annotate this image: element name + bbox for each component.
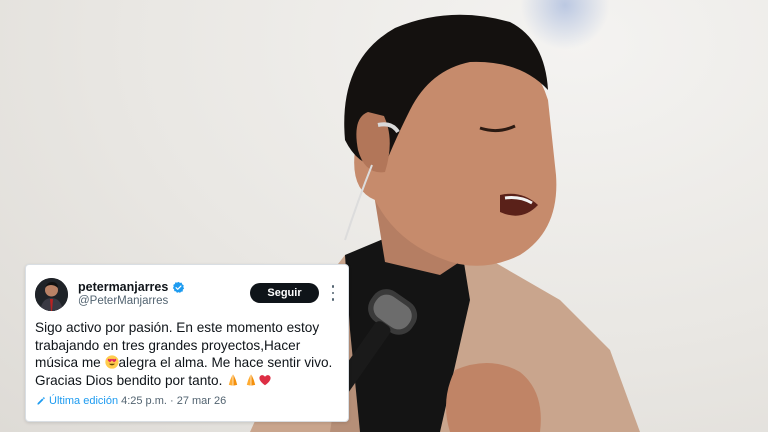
author-row: petermanjarres: [78, 280, 185, 294]
tweet-line-part: Gracias Dios bendito por tanto.: [35, 372, 223, 388]
tweet-card[interactable]: petermanjarres @PeterManjarres Seguir Si…: [25, 264, 349, 422]
pencil-icon: [37, 397, 45, 405]
edited-label[interactable]: Última edición: [49, 395, 118, 407]
more-options-icon[interactable]: [327, 285, 339, 301]
tweet-line-part: música me: [35, 355, 101, 370]
avatar-image: [35, 278, 68, 311]
folded-hands-icon: [246, 373, 256, 386]
tweet-line-part: alegra el alma. Me hace sentir vivo.: [118, 355, 333, 370]
handle[interactable]: @PeterManjarres: [78, 295, 168, 307]
tweet-line: música me alegra el alma. Me hace sentir…: [35, 354, 345, 372]
follow-button[interactable]: Seguir: [250, 283, 319, 303]
avatar[interactable]: [35, 278, 68, 311]
tweet-line: Gracias Dios bendito por tanto.: [35, 372, 345, 390]
display-name[interactable]: petermanjarres: [78, 280, 168, 294]
tweet-line: trabajando en tres grandes proyectos,Hac…: [35, 337, 301, 353]
red-heart-icon: [259, 374, 271, 385]
tweet-text: Sigo activo por pasión. En este momento …: [35, 319, 345, 389]
edit-history[interactable]: Última edición 4:25 p.m. · 27 mar 26: [36, 395, 226, 407]
tweet-line: Sigo activo por pasión. En este momento …: [35, 320, 320, 335]
heart-eyes-icon: [104, 355, 119, 369]
timestamp[interactable]: 4:25 p.m. · 27 mar 26: [121, 395, 226, 407]
folded-hands-icon: [228, 373, 238, 386]
verified-badge-icon: [173, 281, 185, 293]
